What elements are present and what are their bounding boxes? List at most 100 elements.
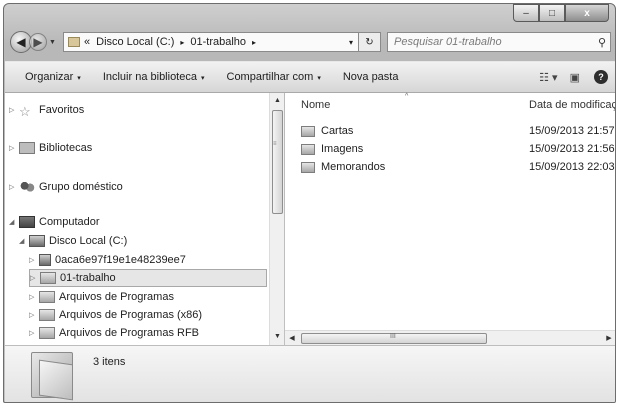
address-row: ◀ ▶ ▼ « Disco Local (C:) ▸ 01-trabalho ▸…: [10, 30, 611, 54]
search-input[interactable]: Pesquisar 01-trabalho ⚲: [387, 32, 611, 52]
address-dropdown-icon[interactable]: ▾: [344, 38, 358, 47]
maximize-button[interactable]: □: [539, 4, 565, 22]
view-options-icon[interactable]: ☷ ▾: [539, 71, 557, 84]
expand-icon[interactable]: ▷: [29, 256, 39, 264]
scroll-right-icon[interactable]: ▶: [602, 331, 615, 346]
nav-computer[interactable]: ◢ Computador: [9, 213, 100, 231]
item-count: 3 itens: [93, 356, 126, 368]
file-name: Imagens: [321, 143, 364, 155]
drive-icon: [29, 235, 45, 247]
breadcrumb-01-trabalho[interactable]: 01-trabalho: [190, 36, 246, 48]
expand-icon[interactable]: ▷: [29, 293, 39, 301]
forward-arrow-icon: ▶: [33, 35, 43, 49]
scroll-thumb[interactable]: III: [301, 333, 487, 344]
back-arrow-icon: ◀: [16, 35, 26, 49]
include-label: Incluir na biblioteca: [102, 71, 197, 83]
nav-folder-item[interactable]: ▷ Arquivos de Programas (x86): [29, 306, 202, 324]
search-placeholder: Pesquisar 01-trabalho: [394, 36, 502, 48]
folder-front: [39, 359, 73, 401]
breadcrumb-local-disk[interactable]: Disco Local (C:): [96, 36, 174, 48]
chevron-down-icon: ▾: [317, 75, 321, 82]
folder-icon: [301, 143, 315, 155]
folder-icon: [31, 352, 73, 401]
drive-icon: [39, 254, 51, 266]
sort-indicator-icon: ^: [405, 93, 409, 100]
scroll-grip: III: [390, 333, 396, 340]
list-item[interactable]: Imagens 15/09/2013 21:56: [301, 140, 615, 158]
forward-button[interactable]: ▶: [29, 33, 47, 51]
scroll-down-icon[interactable]: ▼: [270, 330, 285, 344]
folder-icon: [68, 37, 80, 47]
nav-label: 01-trabalho: [60, 272, 116, 284]
column-headers: ^ Nome Data de modificaç: [285, 93, 615, 117]
refresh-icon: ↻: [365, 36, 374, 48]
expand-icon[interactable]: ▷: [30, 274, 40, 282]
collapse-icon[interactable]: ◢: [9, 218, 19, 226]
nav-libraries[interactable]: ▷ Bibliotecas: [9, 139, 92, 157]
explorer-window: – □ x ◀ ▶ ▼ « Disco Local (C:) ▸ 01-trab…: [3, 3, 616, 403]
breadcrumb-overflow[interactable]: «: [84, 36, 90, 48]
nav-homegroup[interactable]: ▷ Grupo doméstico: [9, 178, 123, 196]
close-button[interactable]: x: [565, 4, 609, 22]
file-name: Memorandos: [321, 161, 386, 173]
expand-icon[interactable]: ▷: [9, 106, 19, 114]
file-name: Cartas: [321, 125, 354, 137]
preview-pane-icon[interactable]: ▣: [570, 71, 580, 84]
help-icon[interactable]: ?: [594, 70, 608, 84]
search-icon[interactable]: ⚲: [598, 36, 606, 49]
scroll-up-icon[interactable]: ▲: [270, 94, 285, 108]
file-date: 15/09/2013 22:03: [529, 161, 615, 173]
share-with-menu[interactable]: Compartilhar com ▾: [227, 71, 321, 83]
organize-menu[interactable]: Organizar ▾: [25, 71, 81, 83]
nav-label: Arquivos de Programas: [59, 291, 174, 303]
recent-pages-dropdown[interactable]: ▼: [49, 39, 59, 46]
scroll-left-icon[interactable]: ◀: [285, 331, 299, 346]
library-icon: [19, 142, 35, 154]
content-horizontal-scrollbar[interactable]: ◀ III ▶: [285, 330, 615, 346]
breadcrumb-separator-icon[interactable]: ▸: [252, 38, 256, 47]
new-folder-label: Nova pasta: [342, 71, 399, 83]
collapse-icon[interactable]: ◢: [19, 237, 29, 245]
nav-local-disk[interactable]: ◢ Disco Local (C:): [19, 232, 127, 250]
breadcrumb-separator-icon[interactable]: ▸: [180, 38, 184, 47]
column-header-name[interactable]: Nome: [301, 99, 330, 111]
folder-icon: [40, 272, 56, 284]
nav-folder-item[interactable]: ▷ Arquivos de Programas: [29, 288, 174, 306]
chevron-down-icon: ▾: [200, 75, 205, 82]
details-pane: 3 itens: [5, 345, 615, 402]
list-item[interactable]: Memorandos 15/09/2013 22:03: [301, 158, 615, 176]
organize-label: Organizar: [25, 71, 74, 83]
new-folder-button[interactable]: Nova pasta: [343, 71, 399, 83]
nav-label: 0aca6e97f19e1e48239ee7: [55, 254, 186, 266]
nav-label: Arquivos de Programas (x86): [59, 309, 203, 321]
homegroup-icon: [19, 181, 35, 193]
expand-icon[interactable]: ▷: [29, 311, 39, 319]
star-icon: ☆: [19, 104, 31, 119]
computer-icon: [19, 216, 35, 228]
scroll-grip: ≡: [273, 141, 277, 147]
nav-favorites[interactable]: ▷ ☆ Favoritos: [9, 101, 84, 119]
nav-label: Disco Local (C:): [49, 235, 128, 247]
nav-folder-item-selected[interactable]: ▷ 01-trabalho: [29, 269, 267, 287]
include-in-library-menu[interactable]: Incluir na biblioteca ▾: [103, 71, 205, 83]
nav-folder-item[interactable]: ▷ 0aca6e97f19e1e48239ee7: [29, 251, 186, 269]
nav-label: Arquivos de Programas RFB: [59, 327, 199, 339]
nav-vertical-scrollbar[interactable]: ▲ ≡ ▼: [269, 93, 284, 345]
nav-label: Computador: [39, 216, 100, 228]
file-date: 15/09/2013 21:57: [529, 125, 615, 137]
nav-label: Grupo doméstico: [39, 181, 123, 193]
address-bar[interactable]: « Disco Local (C:) ▸ 01-trabalho ▸ ▾: [63, 32, 359, 52]
nav-folder-item[interactable]: ▷ Arquivos de Programas RFB: [29, 324, 199, 342]
expand-icon[interactable]: ▷: [9, 144, 19, 152]
expand-icon[interactable]: ▷: [9, 183, 19, 191]
expand-icon[interactable]: ▷: [29, 329, 39, 337]
column-header-date[interactable]: Data de modificaç: [529, 99, 615, 111]
folder-icon: [39, 309, 55, 321]
minimize-button[interactable]: –: [513, 4, 539, 22]
navigation-pane: ▷ ☆ Favoritos ▷ Bibliotecas ▷ Grupo domé…: [5, 93, 284, 345]
scroll-thumb[interactable]: [272, 110, 283, 214]
list-item[interactable]: Cartas 15/09/2013 21:57: [301, 122, 615, 140]
refresh-button[interactable]: ↻: [359, 32, 381, 52]
folder-icon: [301, 161, 315, 173]
folder-icon: [39, 327, 55, 339]
